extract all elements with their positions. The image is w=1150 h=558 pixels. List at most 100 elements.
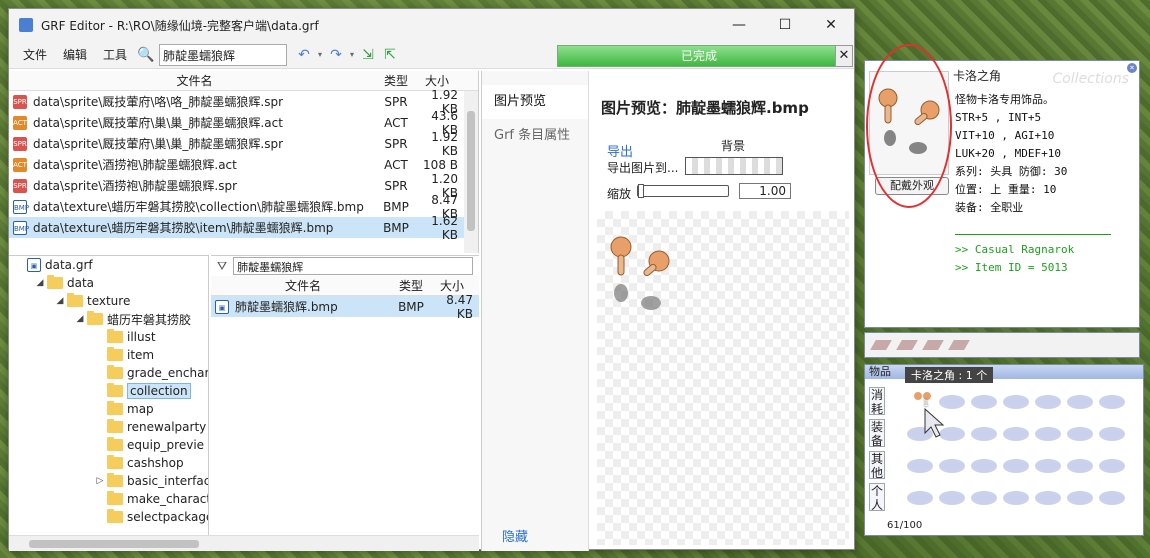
tree-node-label: texture <box>87 294 131 308</box>
side-tabs: 图片预览 Grf 条目属性 隐藏 <box>481 71 589 551</box>
tab-image-preview[interactable]: 图片预览 <box>482 85 588 119</box>
file-size: 108 B <box>423 157 458 172</box>
mini-header-size[interactable]: 大小 <box>431 277 479 294</box>
close-icon[interactable]: × <box>1127 63 1137 73</box>
inventory-slot[interactable] <box>907 459 933 473</box>
mini-header-name[interactable]: 文件名 <box>211 277 391 294</box>
expand-arrow-icon[interactable]: ◢ <box>73 314 87 324</box>
tree-node[interactable]: cashshop <box>9 454 208 472</box>
tree-node[interactable]: collection <box>9 382 208 400</box>
card-slot-icon <box>896 340 918 350</box>
search-input[interactable]: 肺靛墨蠕狼辉 <box>159 43 288 66</box>
zoom-input[interactable]: 1.00 <box>739 183 791 199</box>
tree-node[interactable]: grade_enchar <box>9 364 208 382</box>
inventory-slot[interactable] <box>1035 395 1061 409</box>
inventory-slot[interactable] <box>1003 491 1029 505</box>
file-row[interactable]: ACT data\sprite\酒捞袍\肺靛墨蠕狼辉.act ACT 108 B <box>9 154 478 175</box>
expand-arrow-icon[interactable]: ▷ <box>93 476 107 486</box>
item-tooltip: 卡洛之角 : 1 个 <box>905 367 994 383</box>
inventory-slot[interactable] <box>971 395 997 409</box>
folder-file-row[interactable]: ▣ 肺靛墨蠕狼辉.bmp BMP 8.47 KB <box>211 293 479 321</box>
mini-header-type[interactable]: 类型 <box>391 277 431 294</box>
tree-node[interactable]: ▣ data.grf <box>9 256 208 274</box>
file-row[interactable]: SPR data\sprite\厩技葷府\咯\咯_肺靛墨蠕狼辉.spr SPR 1.9… <box>9 88 478 116</box>
inventory-slot[interactable] <box>971 459 997 473</box>
hide-link[interactable]: 隐藏 <box>502 526 528 545</box>
file-row[interactable]: SPR data\sprite\酒捞袍\肺靛墨蠕狼辉.spr SPR 1.20 KB <box>9 172 478 200</box>
item-sprite-image <box>610 236 670 310</box>
inventory-slot[interactable] <box>1067 459 1093 473</box>
inventory-slot[interactable] <box>1099 459 1125 473</box>
inventory-slot[interactable] <box>1099 491 1125 505</box>
inventory-slot[interactable] <box>1035 491 1061 505</box>
background-label: 背景 <box>721 139 746 153</box>
inventory-slot[interactable] <box>1003 459 1029 473</box>
tab-grf-properties[interactable]: Grf 条目属性 <box>482 119 588 153</box>
folder-tree: ▣ data.grf ◢ data ◢ texture ◢ 蜡历牢磐其捞胶 illust item… <box>9 255 209 535</box>
inventory-slot[interactable] <box>971 427 997 441</box>
inventory-slot[interactable] <box>1099 427 1125 441</box>
minimize-button[interactable]: — <box>716 9 762 41</box>
tree-node[interactable]: make_charact <box>9 490 208 508</box>
horizontal-scrollbar[interactable] <box>9 535 479 551</box>
header-size[interactable]: 大小 <box>416 72 464 89</box>
menu-file[interactable]: 文件 <box>15 46 55 63</box>
inventory-tab-etc[interactable]: 其他 <box>869 451 885 480</box>
file-list-scrollbar[interactable] <box>464 91 478 253</box>
item-title: 卡洛之角 <box>953 69 1002 83</box>
inventory-slot[interactable] <box>939 459 965 473</box>
header-name[interactable]: 文件名 <box>9 72 376 89</box>
file-name: data\sprite\酒捞袍\肺靛墨蠕狼辉.act <box>33 158 237 172</box>
background-swatch[interactable] <box>685 157 783 175</box>
file-row[interactable]: BMP data\texture\蜡历牢磐其捞胶\item\肺靛墨蠕狼辉.bmp B… <box>9 214 478 242</box>
bmp-file-icon: ▣ <box>215 299 229 314</box>
inventory-tab-equipment[interactable]: 装备 <box>869 419 885 448</box>
tree-node[interactable]: map <box>9 400 208 418</box>
file-row[interactable]: SPR data\sprite\厩技葷府\巢\巢_肺靛墨蠕狼辉.spr SPR 1.9… <box>9 130 478 158</box>
folder-icon <box>107 365 123 379</box>
tree-node[interactable]: ◢ 蜡历牢磐其捞胶 <box>9 310 208 328</box>
tree-node[interactable]: ◢ texture <box>9 292 208 310</box>
export-link[interactable]: 导出 <box>607 141 633 160</box>
inventory-slot[interactable] <box>971 491 997 505</box>
file-row[interactable]: ACT data\sprite\厩技葷府\巢\巢_肺靛墨蠕狼辉.act ACT 43.… <box>9 109 478 137</box>
tree-node[interactable]: equip_previe <box>9 436 208 454</box>
tree-node[interactable]: item <box>9 346 208 364</box>
tree-node[interactable]: selectpackage <box>9 508 208 526</box>
inventory-slot[interactable] <box>1035 427 1061 441</box>
maximize-button[interactable]: ☐ <box>762 9 808 41</box>
undo-icon[interactable]: ↶ <box>293 45 315 65</box>
close-button[interactable]: ✕ <box>808 9 854 41</box>
inventory-slot[interactable] <box>1003 427 1029 441</box>
inventory-slot[interactable] <box>1067 491 1093 505</box>
tree-node[interactable]: illust <box>9 328 208 346</box>
undo-dropdown-icon[interactable]: ▾ <box>315 45 325 65</box>
inventory-tab-personal[interactable]: 个人 <box>869 483 885 512</box>
inventory-slot[interactable] <box>939 491 965 505</box>
file-name: data\texture\蜡历牢磐其捞胶\collection\肺靛墨蠕狼辉.b… <box>33 200 364 214</box>
progress-close-button[interactable]: ✕ <box>835 45 853 67</box>
menu-edit[interactable]: 编辑 <box>55 46 95 63</box>
inventory-slot[interactable] <box>907 491 933 505</box>
inventory-slot[interactable] <box>1067 395 1093 409</box>
inventory-slot[interactable] <box>1067 427 1093 441</box>
tree-node[interactable]: ◢ data <box>9 274 208 292</box>
spr-file-icon: SPR <box>13 178 27 193</box>
inventory-slot[interactable] <box>1099 395 1125 409</box>
zoom-slider[interactable] <box>637 184 729 198</box>
menu-tools[interactable]: 工具 <box>95 46 135 63</box>
redo-icon[interactable]: ↷ <box>325 45 347 65</box>
inventory-slot[interactable] <box>1003 395 1029 409</box>
redo-dropdown-icon[interactable]: ▾ <box>347 45 357 65</box>
inventory-tab-consumable[interactable]: 消耗 <box>869 387 885 416</box>
inventory-slot[interactable] <box>1035 459 1061 473</box>
expand-arrow-icon[interactable]: ◢ <box>33 278 47 288</box>
export-icon[interactable]: ⇱ <box>379 45 401 65</box>
file-row[interactable]: BMP data\texture\蜡历牢磐其捞胶\collection\肺靛墨蠕狼… <box>9 193 478 221</box>
tree-node[interactable]: ▷ basic_interfac <box>9 472 208 490</box>
filter-input[interactable]: 肺靛墨蠕狼辉 <box>233 257 474 275</box>
tree-node[interactable]: renewalparty <box>9 418 208 436</box>
expand-arrow-icon[interactable]: ◢ <box>53 296 67 306</box>
import-icon[interactable]: ⇲ <box>357 45 379 65</box>
header-type[interactable]: 类型 <box>376 72 416 89</box>
